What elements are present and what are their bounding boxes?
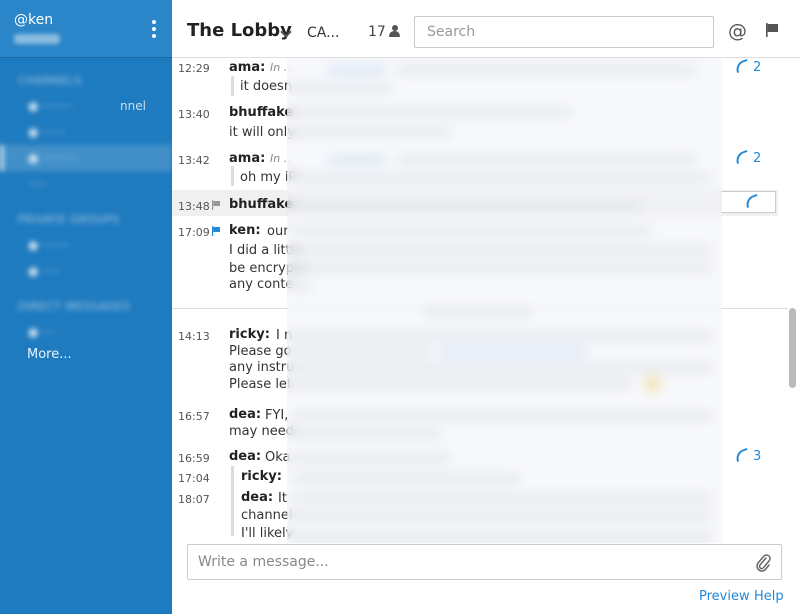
channel-name-fragment: nnel bbox=[120, 99, 146, 113]
post-time[interactable]: 18:07 bbox=[178, 493, 210, 506]
post-username[interactable]: dea: bbox=[229, 449, 261, 464]
post-username[interactable]: bhuffake bbox=[229, 105, 293, 120]
post-body-line: any instru bbox=[229, 360, 295, 375]
post-body: our bbox=[267, 224, 289, 239]
sidebar-item-group[interactable]: ● ······· bbox=[0, 232, 172, 258]
post-body-line: channel bbox=[241, 508, 293, 523]
post-time[interactable]: 16:59 bbox=[178, 452, 210, 465]
reply-icon bbox=[733, 58, 751, 74]
preview-link[interactable]: Preview bbox=[699, 589, 750, 604]
main-menu-icon[interactable] bbox=[152, 20, 158, 38]
post-body-line: may need bbox=[229, 424, 294, 439]
channel-topic: CA... bbox=[307, 25, 340, 41]
post-body-line: Please let bbox=[229, 377, 293, 392]
channel-header: The Lobby CA... 17 @ bbox=[172, 0, 800, 58]
post-time[interactable]: 12:29 bbox=[178, 62, 210, 75]
quote-bar bbox=[231, 166, 234, 186]
sidebar-item-channel[interactable]: ● ········ bbox=[0, 93, 172, 119]
member-count: 17 bbox=[368, 24, 386, 40]
reply-count-button[interactable]: 2 bbox=[733, 58, 761, 75]
mentions-icon[interactable]: @ bbox=[728, 20, 747, 42]
help-link[interactable]: Help bbox=[754, 589, 784, 604]
more-channels-link[interactable]: More... bbox=[27, 347, 72, 362]
post-time[interactable]: 13:40 bbox=[178, 108, 210, 121]
blur-overlay bbox=[287, 58, 722, 543]
sidebar-item-group[interactable]: ● ····· bbox=[0, 258, 172, 284]
sidebar-item-channel[interactable]: ····· bbox=[0, 171, 172, 197]
reply-icon[interactable] bbox=[743, 193, 761, 209]
post-quote-text: it doesn bbox=[240, 79, 293, 94]
post-time[interactable]: 17:04 bbox=[178, 472, 210, 485]
post-body-line: any conte bbox=[229, 277, 294, 292]
post-actions[interactable] bbox=[720, 191, 776, 213]
post-time[interactable]: 14:13 bbox=[178, 330, 210, 343]
post-username[interactable]: ricky: bbox=[229, 327, 270, 342]
current-username[interactable]: @ken bbox=[14, 12, 158, 28]
post-time[interactable]: 17:09 bbox=[178, 226, 210, 239]
reply-count-button[interactable]: 2 bbox=[733, 149, 761, 166]
flagged-posts-icon[interactable] bbox=[764, 22, 780, 38]
sidebar-item-channel[interactable]: ● ······ bbox=[0, 119, 172, 145]
search-input[interactable] bbox=[414, 16, 714, 48]
post-time[interactable]: 16:57 bbox=[178, 410, 210, 423]
post-username[interactable]: dea: bbox=[241, 490, 273, 505]
post-username[interactable]: ama: bbox=[229, 60, 265, 75]
post-time[interactable]: 13:48 bbox=[178, 200, 210, 213]
channel-list: CHANNELS ● ········ ● ······ ● ·········… bbox=[0, 58, 172, 345]
sidebar: @ken CHANNELS ● ········ ● ······ ● ····… bbox=[0, 0, 172, 614]
post-list-scrollbar[interactable] bbox=[789, 308, 796, 388]
post-username[interactable]: bhuffake bbox=[229, 197, 293, 212]
reply-count-button[interactable]: 3 bbox=[733, 447, 761, 464]
post-body: it will only bbox=[229, 125, 295, 140]
post-time[interactable]: 13:42 bbox=[178, 154, 210, 167]
sidebar-item-the-lobby[interactable]: ● ········· bbox=[0, 145, 172, 171]
post-username[interactable]: ricky: bbox=[241, 469, 282, 484]
post-body: It bbox=[278, 491, 287, 506]
reply-icon bbox=[733, 149, 751, 165]
reply-icon bbox=[733, 447, 751, 463]
sidebar-item-dm[interactable]: ● ··· bbox=[0, 319, 172, 345]
post-username[interactable]: dea: bbox=[229, 407, 261, 422]
quote-bar bbox=[231, 76, 234, 96]
channel-title[interactable]: The Lobby bbox=[187, 20, 292, 41]
member-count-button[interactable]: 17 bbox=[368, 24, 400, 40]
post-body-line: I'll likely bbox=[241, 526, 294, 538]
post-username[interactable]: ken: bbox=[229, 223, 261, 238]
message-composer bbox=[187, 544, 782, 580]
channels-section-header: CHANNELS bbox=[18, 74, 82, 87]
private-groups-section-header: PRIVATE GROUPS bbox=[18, 213, 120, 226]
sidebar-header: @ken bbox=[0, 0, 172, 58]
message-input[interactable] bbox=[198, 545, 738, 579]
post-body-line: Please go bbox=[229, 344, 292, 359]
direct-messages-section-header: DIRECT MESSAGES bbox=[18, 300, 131, 313]
flag-icon[interactable] bbox=[211, 200, 221, 210]
attachment-icon[interactable] bbox=[755, 553, 771, 573]
flag-icon[interactable] bbox=[211, 226, 221, 236]
post-username[interactable]: ama: bbox=[229, 151, 265, 166]
members-icon bbox=[388, 25, 400, 37]
post-body: FYI, bbox=[265, 408, 289, 423]
thread-bar bbox=[231, 466, 234, 536]
current-user-fullname bbox=[14, 34, 60, 44]
